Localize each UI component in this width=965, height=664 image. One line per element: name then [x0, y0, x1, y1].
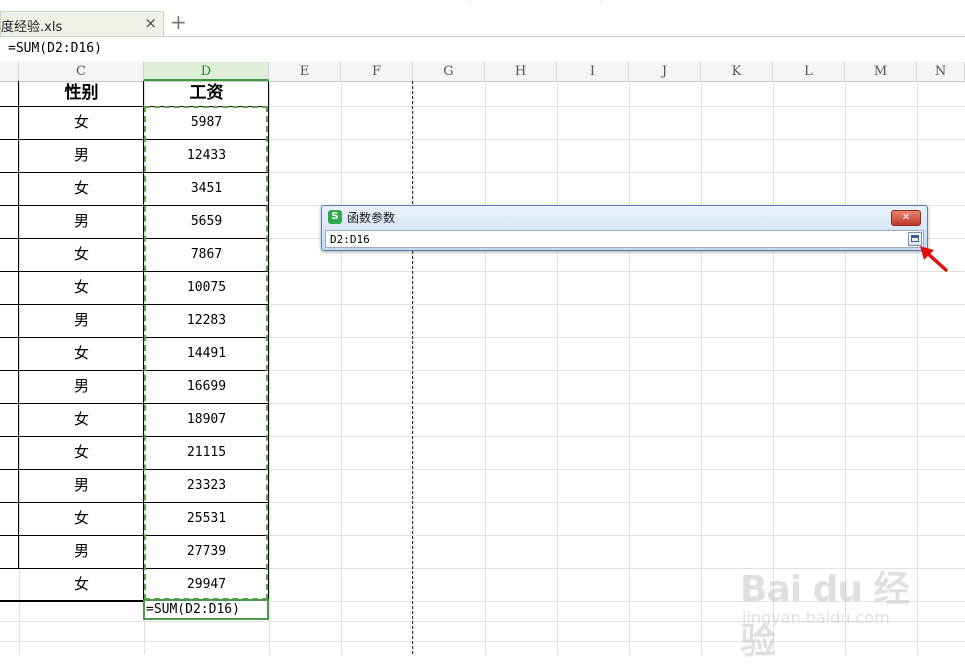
column-header-c[interactable]: C: [19, 62, 144, 81]
workbook-tab-label: 度经验.xls: [1, 20, 63, 35]
gender-cell[interactable]: 女: [19, 271, 144, 304]
column-header-g[interactable]: G: [413, 62, 485, 81]
workbook-tab[interactable]: 度经验.xls ×: [0, 11, 164, 37]
gender-cell[interactable]: 女: [19, 436, 144, 469]
gender-cell[interactable]: 女: [19, 106, 144, 139]
salary-cell[interactable]: 25531: [144, 502, 269, 535]
range-reference-input[interactable]: D2:D16: [325, 230, 924, 248]
gender-cell[interactable]: 男: [19, 535, 144, 568]
formula-text[interactable]: =SUM(D2:D16): [8, 41, 102, 56]
salary-cell[interactable]: 7867: [144, 238, 269, 271]
salary-cell[interactable]: 16699: [144, 370, 269, 403]
close-tab-icon[interactable]: ×: [144, 14, 157, 32]
column-header-m[interactable]: M: [845, 62, 917, 81]
dialog-title: 函数参数: [347, 211, 396, 225]
salary-cell[interactable]: 5987: [144, 106, 269, 139]
column-header-j[interactable]: J: [629, 62, 701, 81]
gender-cell[interactable]: 男: [19, 304, 144, 337]
gender-cell[interactable]: 男: [19, 139, 144, 172]
gender-cell[interactable]: 女: [19, 337, 144, 370]
gender-cell[interactable]: 女: [19, 172, 144, 205]
column-header-n[interactable]: N: [917, 62, 965, 81]
gender-cell[interactable]: 女: [19, 238, 144, 271]
salary-cell[interactable]: 29947: [144, 568, 269, 601]
baidu-watermark: Bai du 经验 jingyan.baidu.com: [736, 552, 926, 662]
gender-cell[interactable]: 女: [19, 403, 144, 436]
formula-bar[interactable]: =SUM(D2:D16): [0, 37, 965, 63]
tab-bar: 度经验.xls × +: [0, 0, 965, 37]
column-header-f[interactable]: F: [341, 62, 413, 81]
gender-cell[interactable]: 男: [19, 469, 144, 502]
watermark-url: jingyan.baidu.com: [742, 608, 890, 627]
red-arrow-icon: [920, 246, 948, 272]
salary-cell[interactable]: 3451: [144, 172, 269, 205]
column-header-l[interactable]: L: [773, 62, 845, 81]
new-tab-icon[interactable]: +: [170, 11, 187, 33]
column-header-h[interactable]: H: [485, 62, 557, 81]
gender-cell[interactable]: 女: [19, 502, 144, 535]
column-header-e[interactable]: E: [269, 62, 341, 81]
column-header-i[interactable]: I: [557, 62, 629, 81]
salary-cell[interactable]: 10075: [144, 271, 269, 304]
function-arguments-dialog[interactable]: S 函数参数 ✕ D2:D16: [321, 205, 928, 251]
salary-cell[interactable]: 14491: [144, 337, 269, 370]
expand-dialog-icon: [911, 235, 919, 242]
header-cell-salary[interactable]: 工资: [144, 81, 269, 105]
gender-cell[interactable]: 男: [19, 370, 144, 403]
salary-cell[interactable]: 12283: [144, 304, 269, 337]
page-break-line: [412, 81, 413, 654]
salary-cell[interactable]: 12433: [144, 139, 269, 172]
gender-cell[interactable]: 女: [19, 568, 144, 601]
salary-cell[interactable]: 21115: [144, 436, 269, 469]
range-reference-text: D2:D16: [330, 233, 370, 246]
column-header-k[interactable]: K: [701, 62, 773, 81]
wps-app-icon: S: [328, 210, 342, 224]
column-header-b[interactable]: [0, 62, 19, 81]
sum-formula-cell[interactable]: =SUM(D2:D16): [143, 599, 269, 620]
salary-cell[interactable]: 18907: [144, 403, 269, 436]
salary-cell[interactable]: 5659: [144, 205, 269, 238]
header-cell-gender[interactable]: 性别: [19, 81, 144, 105]
gender-cell[interactable]: 男: [19, 205, 144, 238]
column-header-d[interactable]: D: [144, 62, 269, 81]
salary-cell[interactable]: 27739: [144, 535, 269, 568]
column-header-row: C D E F G H I J K L M N: [0, 62, 965, 82]
dialog-close-button[interactable]: ✕: [891, 210, 921, 226]
salary-cell[interactable]: 23323: [144, 469, 269, 502]
